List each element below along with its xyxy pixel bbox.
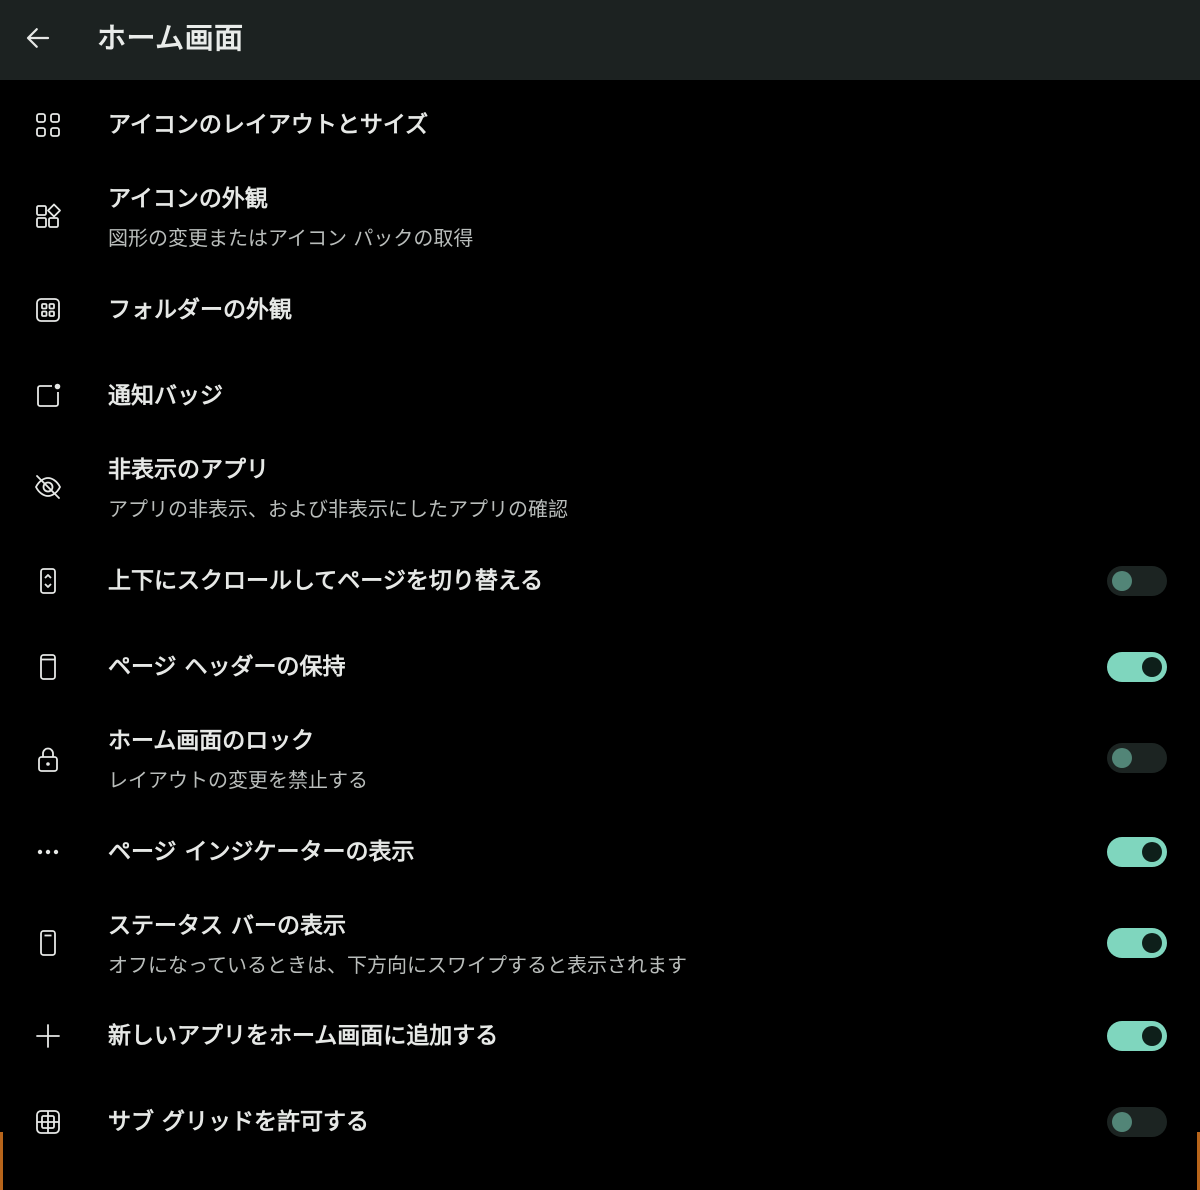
toggle-knob — [1112, 571, 1132, 591]
setting-title: ページ ヘッダーの保持 — [108, 654, 346, 680]
arrow-back-icon — [26, 28, 50, 48]
sub-grid-toggle[interactable] — [1107, 1107, 1167, 1137]
notification-badge-icon — [28, 376, 68, 416]
setting-vertical-scroll-pages[interactable]: 上下にスクロールしてページを切り替える — [0, 546, 1200, 616]
window-edge-left — [0, 1132, 3, 1190]
lock-home-toggle[interactable] — [1107, 743, 1167, 773]
setting-title: ホーム画面のロック — [108, 728, 315, 754]
toggle-knob — [1112, 748, 1132, 768]
eye-off-icon — [28, 467, 68, 507]
grid-icon — [28, 105, 68, 145]
setting-title: 通知バッジ — [108, 383, 223, 409]
setting-icon-layout-size[interactable]: アイコンのレイアウトとサイズ — [0, 90, 1200, 160]
toggle-knob — [1142, 933, 1162, 953]
toggle-knob — [1142, 1026, 1162, 1046]
setting-notification-badge[interactable]: 通知バッジ — [0, 361, 1200, 431]
setting-icon-appearance[interactable]: アイコンの外観 図形の変更またはアイコン パックの取得 — [0, 172, 1200, 264]
vertical-scroll-toggle[interactable] — [1107, 566, 1167, 596]
setting-sub-grid[interactable]: サブ グリッドを許可する — [0, 1087, 1200, 1157]
sub-grid-icon — [28, 1102, 68, 1142]
setting-title: ステータス バーの表示 — [108, 913, 347, 939]
lock-icon — [28, 739, 68, 779]
setting-subtitle: オフになっているときは、下方向にスワイプすると表示されます — [108, 953, 687, 977]
setting-title: アイコンのレイアウトとサイズ — [108, 112, 429, 138]
keep-header-toggle[interactable] — [1107, 652, 1167, 682]
setting-title: 非表示のアプリ — [108, 457, 269, 483]
setting-title: アイコンの外観 — [108, 186, 268, 212]
setting-add-new-apps[interactable]: 新しいアプリをホーム画面に追加する — [0, 1001, 1200, 1071]
more-horiz-icon — [28, 832, 68, 872]
setting-status-bar[interactable]: ステータス バーの表示 オフになっているときは、下方向にスワイプすると表示されま… — [0, 899, 1200, 991]
scroll-vertical-icon — [28, 561, 68, 601]
toggle-knob — [1112, 1112, 1132, 1132]
settings-page: ホーム画面 アイコンのレイアウトとサイズ アイコンの外観 図形の変更またはアイコ… — [0, 0, 1200, 1190]
folder-grid-icon — [28, 290, 68, 330]
setting-title: フォルダーの外観 — [108, 297, 292, 323]
toggle-knob — [1142, 842, 1162, 862]
setting-title: ページ インジケーターの表示 — [108, 839, 415, 865]
page-title: ホーム画面 — [97, 21, 244, 55]
phone-status-icon — [28, 923, 68, 963]
setting-title: 上下にスクロールしてページを切り替える — [108, 568, 544, 594]
setting-lock-home-screen[interactable]: ホーム画面のロック レイアウトの変更を禁止する — [0, 714, 1200, 806]
setting-page-indicator[interactable]: ページ インジケーターの表示 — [0, 817, 1200, 887]
setting-title: サブ グリッドを許可する — [108, 1109, 370, 1135]
add-new-apps-toggle[interactable] — [1107, 1021, 1167, 1051]
setting-title: 新しいアプリをホーム画面に追加する — [108, 1023, 499, 1049]
shapes-icon — [28, 196, 68, 236]
setting-subtitle: 図形の変更またはアイコン パックの取得 — [108, 226, 474, 250]
setting-subtitle: アプリの非表示、および非表示にしたアプリの確認 — [108, 497, 568, 521]
setting-hidden-apps[interactable]: 非表示のアプリ アプリの非表示、および非表示にしたアプリの確認 — [0, 443, 1200, 535]
phone-header-icon — [28, 647, 68, 687]
page-indicator-toggle[interactable] — [1107, 837, 1167, 867]
setting-folder-appearance[interactable]: フォルダーの外観 — [0, 275, 1200, 345]
setting-subtitle: レイアウトの変更を禁止する — [108, 768, 368, 792]
app-bar: ホーム画面 — [0, 0, 1200, 80]
plus-icon — [28, 1016, 68, 1056]
back-button[interactable] — [18, 18, 58, 58]
toggle-knob — [1142, 657, 1162, 677]
setting-keep-page-header[interactable]: ページ ヘッダーの保持 — [0, 632, 1200, 702]
status-bar-toggle[interactable] — [1107, 928, 1167, 958]
